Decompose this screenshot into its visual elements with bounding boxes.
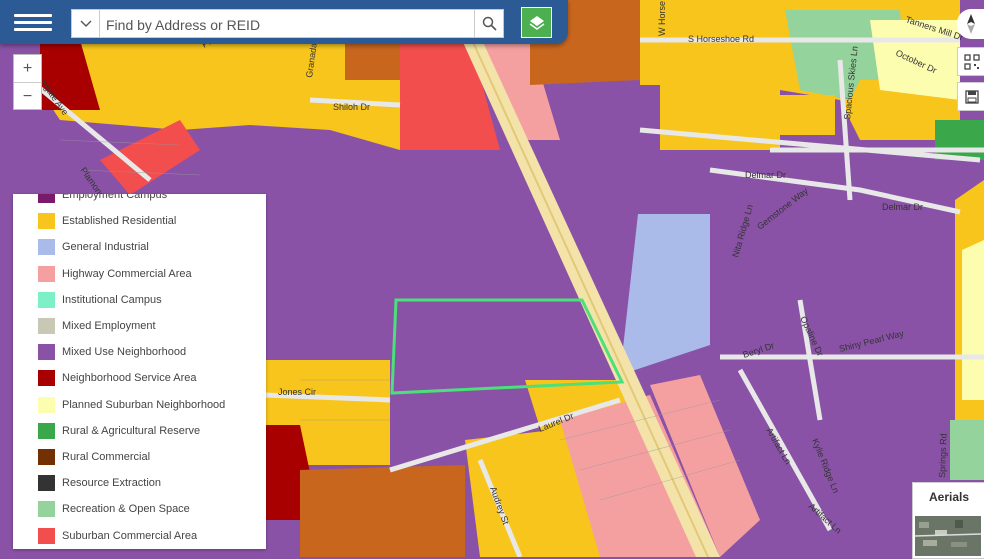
legend-item: Established Residential (13, 208, 266, 234)
legend-item: Highway Commercial Area (13, 261, 266, 287)
save-icon (964, 89, 979, 104)
legend-swatch (38, 318, 55, 335)
legend-label: Neighborhood Service Area (62, 372, 197, 385)
legend-swatch (38, 239, 55, 256)
legend-label: Rural Commercial (62, 450, 151, 463)
top-toolbar (0, 0, 568, 44)
layers-button[interactable] (521, 7, 552, 38)
legend-swatch (38, 291, 55, 308)
legend-swatch (38, 475, 55, 492)
legend-item: Planned Suburban Neighborhood (13, 392, 266, 418)
legend-swatch (38, 370, 55, 387)
legend-label: Highway Commercial Area (62, 267, 192, 280)
legend-label: Mixed Use Neighborhood (62, 346, 187, 359)
legend-item: Mixed Employment (13, 313, 266, 339)
legend-swatch (38, 194, 55, 204)
street-label: Jones Cir (278, 387, 316, 397)
legend-label: Mixed Employment (62, 320, 156, 333)
chevron-down-icon (80, 20, 91, 27)
legend-label: Planned Suburban Neighborhood (62, 398, 226, 411)
legend-swatch (38, 501, 55, 518)
legend-swatch (38, 422, 55, 439)
legend-item: Mixed Use Neighborhood (13, 339, 266, 365)
legend-label: Established Residential (62, 215, 177, 228)
aerials-label: Aerials (928, 490, 970, 504)
legend-item: General Industrial (13, 234, 266, 260)
legend-swatch (38, 344, 55, 361)
zoom-in-button[interactable]: + (14, 55, 41, 83)
map-legend: Employment Campus Established Residential… (13, 194, 266, 549)
qr-code-icon (963, 53, 980, 70)
legend-item: Resource Extraction (13, 470, 266, 496)
street-label: S Horseshoe Rd (688, 34, 754, 44)
legend-item: Neighborhood Service Area (13, 365, 266, 391)
legend-label: Suburban Commercial Area (62, 529, 198, 542)
menu-icon (14, 14, 52, 17)
legend-label: Institutional Campus (62, 293, 162, 306)
compass-button[interactable] (957, 9, 984, 39)
aerials-toggle-button[interactable]: Aerials (912, 482, 984, 559)
save-button[interactable] (957, 82, 984, 111)
street-label: Shiloh Dr (333, 102, 370, 112)
legend-swatch (38, 396, 55, 413)
legend-swatch (38, 213, 55, 230)
street-label: W Horse (657, 1, 667, 36)
search-icon (482, 16, 497, 31)
qr-code-button[interactable] (957, 47, 984, 76)
street-label: Springs Rd (937, 433, 949, 478)
legend-swatch (38, 448, 55, 465)
search-input[interactable] (104, 10, 468, 39)
street-label: Delmar Dr (745, 170, 786, 180)
legend-label: Rural & Agricultural Reserve (62, 424, 201, 437)
legend-list: Employment Campus Established Residential… (13, 194, 266, 549)
legend-item: Employment Campus (13, 194, 266, 208)
legend-label: General Industrial (62, 241, 149, 254)
legend-label: Resource Extraction (62, 477, 162, 490)
legend-swatch (38, 527, 55, 544)
layers-icon (529, 15, 544, 30)
legend-label: Employment Campus (62, 194, 168, 202)
zoom-out-button[interactable]: − (14, 83, 41, 110)
compass-icon (966, 14, 975, 34)
zoom-control: + − (13, 54, 42, 110)
menu-button[interactable] (14, 10, 52, 36)
legend-swatch (38, 265, 55, 282)
legend-item: Rural Commercial (13, 444, 266, 470)
search-box (71, 9, 504, 39)
legend-item: Suburban Commercial Area (13, 522, 266, 548)
aerial-thumbnail-icon (915, 516, 981, 556)
search-button[interactable] (474, 10, 503, 37)
legend-item: Institutional Campus (13, 287, 266, 313)
legend-item: Rural & Agricultural Reserve (13, 418, 266, 444)
legend-item: Recreation & Open Space (13, 496, 266, 522)
search-type-dropdown[interactable] (72, 10, 100, 37)
legend-label: Recreation & Open Space (62, 503, 190, 516)
street-label: Delmar Dr (882, 202, 923, 212)
